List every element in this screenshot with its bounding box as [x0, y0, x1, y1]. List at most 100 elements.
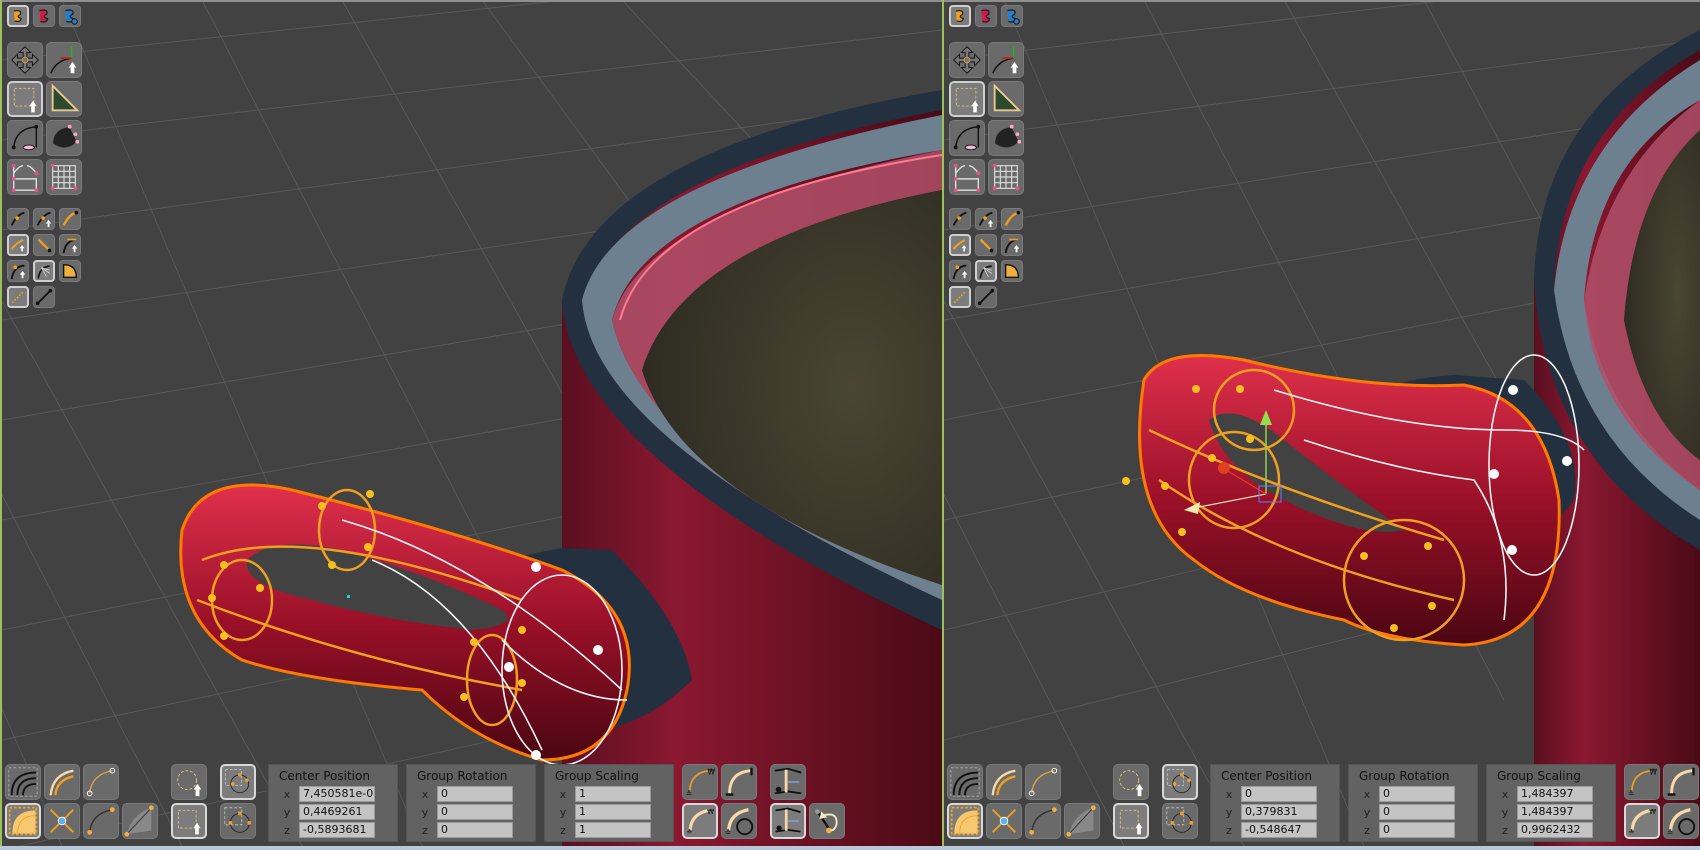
scene-right[interactable]: [944, 0, 1700, 846]
center-position-x-field[interactable]: 0: [1241, 786, 1317, 802]
profile-sweep-button[interactable]: [7, 120, 43, 156]
curve-point-select-button[interactable]: [975, 208, 997, 230]
fill-quarter-button[interactable]: [947, 803, 983, 839]
move-tool-button[interactable]: [7, 42, 43, 78]
constraint-curve-thick-button[interactable]: ₩ ≛: [1624, 803, 1660, 839]
center-position-z-field[interactable]: -0,5893681: [299, 822, 375, 838]
profile-sweep-button[interactable]: [949, 120, 985, 156]
group-scaling-z-field[interactable]: 0,9962432: [1517, 822, 1593, 838]
curve-fan-button[interactable]: [33, 260, 55, 282]
curve-mode-orange-button[interactable]: [949, 5, 971, 27]
curve-endpoint-button[interactable]: [1025, 764, 1061, 800]
scene-left[interactable]: [2, 0, 942, 846]
circle-points-box-button[interactable]: [220, 764, 256, 800]
surface-stack-button[interactable]: [5, 764, 41, 800]
viewport-left[interactable]: Center Position x 7,450581e-0 y 0,4469261 …: [2, 0, 942, 846]
curve-mode-blue-button[interactable]: [59, 5, 81, 27]
group-rotation-y-field[interactable]: 0: [437, 804, 513, 820]
surface-stack-button[interactable]: [947, 764, 983, 800]
offset-curves-button[interactable]: [44, 764, 80, 800]
center-position-z-field[interactable]: -0,548647: [1241, 822, 1317, 838]
dotted-line-button[interactable]: [7, 286, 29, 308]
constraint-circle-button[interactable]: ≛: [1663, 803, 1699, 839]
move-tool-button[interactable]: [949, 42, 985, 78]
group-scaling-x-field[interactable]: 1,484397: [1517, 786, 1593, 802]
curve-mode-red-button[interactable]: [975, 5, 997, 27]
group-scaling-y-field[interactable]: 1: [575, 804, 651, 820]
scale-arrows-button[interactable]: [986, 803, 1022, 839]
group-scaling-x-field[interactable]: 1: [575, 786, 651, 802]
center-position-x-field[interactable]: 7,450581e-0: [299, 786, 375, 802]
mirror-plane-button[interactable]: [770, 764, 806, 800]
curve-points-button[interactable]: [1025, 803, 1061, 839]
constraint-curve-button[interactable]: ₩ ≛: [1624, 764, 1660, 800]
scale-arrows-button[interactable]: [44, 803, 80, 839]
curve-tangent-button[interactable]: [59, 234, 81, 256]
mirror-plane-alt-button[interactable]: [770, 803, 806, 839]
constraint-arc-button[interactable]: [721, 764, 757, 800]
group-scaling-z-field[interactable]: 1: [575, 822, 651, 838]
group-rotation-z-field[interactable]: 0: [437, 822, 513, 838]
curve-point-select-button[interactable]: [33, 208, 55, 230]
curve-arc-button[interactable]: [1001, 208, 1023, 230]
dotted-line-button[interactable]: [949, 286, 971, 308]
bridge-button[interactable]: [7, 159, 43, 195]
group-rotation-z-field[interactable]: 0: [1379, 822, 1455, 838]
rect-select-button[interactable]: [949, 81, 985, 117]
group-rotation-y-field[interactable]: 0: [1379, 804, 1455, 820]
rect-select-button[interactable]: [7, 81, 43, 117]
constraint-curve-thick-button[interactable]: ₩ ≛: [682, 803, 718, 839]
offset-curves-button[interactable]: [986, 764, 1022, 800]
rect-select-bottom-button[interactable]: [1113, 803, 1149, 839]
constraint-circle-button[interactable]: ≛: [721, 803, 757, 839]
curve-point-button[interactable]: [949, 208, 971, 230]
circle-points-box-alt-button[interactable]: [1162, 803, 1198, 839]
curve-mode-orange-button[interactable]: [7, 5, 29, 27]
curve-tangent-button[interactable]: [1001, 234, 1023, 256]
ruler-button[interactable]: [46, 81, 82, 117]
curve-insert-button[interactable]: [949, 260, 971, 282]
patch-fill-button[interactable]: [59, 260, 81, 282]
group-scaling-y-field[interactable]: 1,484397: [1517, 804, 1593, 820]
curve-arc-button[interactable]: [59, 208, 81, 230]
curve-endpoint-button[interactable]: [83, 764, 119, 800]
line-segment-button[interactable]: [975, 234, 997, 256]
rotate-handle-button[interactable]: [809, 803, 845, 839]
straight-line-button[interactable]: [33, 286, 55, 308]
ruler-button[interactable]: [988, 81, 1024, 117]
curve-axis-button[interactable]: [46, 42, 82, 78]
circle-points-box-button[interactable]: [1162, 764, 1198, 800]
shell-surface-button[interactable]: [988, 120, 1024, 156]
bridge-button[interactable]: [949, 159, 985, 195]
curve-point-button[interactable]: [7, 208, 29, 230]
grid-surface-button[interactable]: [988, 159, 1024, 195]
center-position-y-field[interactable]: 0,379831: [1241, 804, 1317, 820]
sector-button[interactable]: [122, 803, 158, 839]
rect-select-bottom-button[interactable]: [171, 803, 207, 839]
group-rotation-x-field[interactable]: 0: [1379, 786, 1455, 802]
viewport-right[interactable]: Center Position x0 y 0,379831 z -0,548647 …: [944, 0, 1700, 846]
curve-axis-button[interactable]: [988, 42, 1024, 78]
straight-line-button[interactable]: [975, 286, 997, 308]
curve-insert-button[interactable]: [7, 260, 29, 282]
curve-mode-red-button[interactable]: [33, 5, 55, 27]
curve-mode-blue-button[interactable]: [1001, 5, 1023, 27]
constraint-arc-button[interactable]: [1663, 764, 1699, 800]
center-position-y-field[interactable]: 0,4469261: [299, 804, 375, 820]
grid-surface-button[interactable]: [46, 159, 82, 195]
curve-handle-select-button[interactable]: [949, 234, 971, 256]
constraint-curve-icon: ₩≛: [1628, 767, 1658, 798]
circle-points-box-alt-button[interactable]: [220, 803, 256, 839]
sector-button[interactable]: [1064, 803, 1100, 839]
fill-quarter-button[interactable]: [5, 803, 41, 839]
group-rotation-x-field[interactable]: 0: [437, 786, 513, 802]
lasso-circle-button[interactable]: [1113, 764, 1149, 800]
curve-fan-button[interactable]: [975, 260, 997, 282]
constraint-curve-button[interactable]: ₩ ≛: [682, 764, 718, 800]
curve-handle-select-button[interactable]: [7, 234, 29, 256]
lasso-circle-button[interactable]: [171, 764, 207, 800]
line-segment-button[interactable]: [33, 234, 55, 256]
shell-surface-button[interactable]: [46, 120, 82, 156]
curve-points-button[interactable]: [83, 803, 119, 839]
patch-fill-button[interactable]: [1001, 260, 1023, 282]
